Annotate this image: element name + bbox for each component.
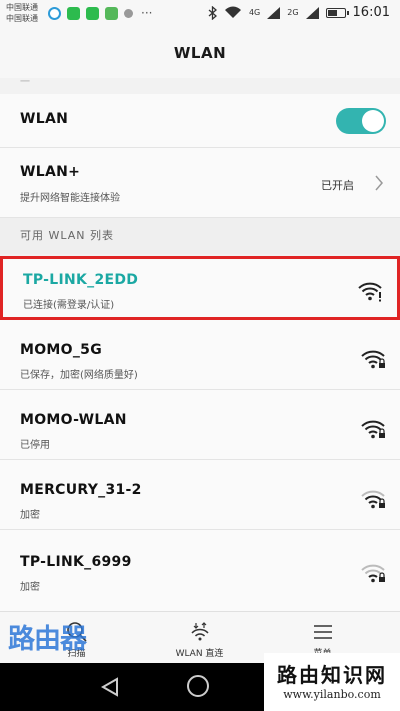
network-item[interactable]: TP-LINK_6999 加密 xyxy=(0,530,400,611)
notification-icons: ··· xyxy=(48,6,152,20)
network-ssid: TP-LINK_6999 xyxy=(20,554,132,570)
wifi-locked-icon xyxy=(361,420,385,439)
signal-1-icon xyxy=(267,6,281,19)
toggle-knob xyxy=(362,110,384,132)
wlan-plus-row[interactable]: WLAN+ 提升网络智能连接体验 已开启 xyxy=(0,148,400,218)
chevron-right-icon xyxy=(375,175,383,191)
wlan-plus-subtitle: 提升网络智能连接体验 xyxy=(20,193,120,204)
network-status: 已连接(需登录/认证) xyxy=(23,300,115,311)
scrolled-label-fragment: 一 xyxy=(20,78,30,88)
signal-2-icon xyxy=(305,6,319,19)
watermark-site-title: 路由知识网 xyxy=(277,663,387,687)
wlan-plus-title: WLAN+ xyxy=(20,164,81,180)
network-status: 加密 xyxy=(20,510,40,521)
more-notifications-icon: ··· xyxy=(141,6,153,20)
bluetooth-icon xyxy=(208,5,217,20)
network-2-label: 2G xyxy=(287,8,299,17)
page-title: WLAN xyxy=(0,28,400,78)
network-status: 加密 xyxy=(20,582,40,593)
wlan-direct-label: WLAN 直连 xyxy=(175,649,224,659)
network-item[interactable]: MOMO_5G 已保存，加密(网络质量好) xyxy=(0,320,400,390)
watermark-site: 路由知识网 www.yilanbo.com xyxy=(264,653,400,711)
status-right: 4G 2G 16:01 xyxy=(208,5,390,20)
wlan-plus-state: 已开启 xyxy=(321,179,354,192)
carrier-2: 中国联通 xyxy=(6,14,38,23)
network-ssid: MERCURY_31-2 xyxy=(20,482,142,498)
network-ssid: MOMO_5G xyxy=(20,342,102,358)
wifi-locked-icon xyxy=(361,564,385,583)
wifi-warning-icon xyxy=(358,282,382,302)
watermark-logo: 路由器 xyxy=(8,624,87,655)
network-ssid: TP-LINK_2EDD xyxy=(23,272,139,288)
browser-icon xyxy=(48,6,61,20)
status-bar: 中国联通 中国联通 ··· 4G 2G 16:01 xyxy=(0,0,400,28)
wechat-icon xyxy=(86,6,99,20)
scrolled-content-edge: 一 xyxy=(0,78,400,94)
wifi-locked-icon xyxy=(361,350,385,369)
network-status: 已停用 xyxy=(20,440,50,451)
menu-icon xyxy=(313,625,332,639)
home-icon[interactable] xyxy=(187,675,209,697)
network-ssid: MOMO-WLAN xyxy=(20,412,127,428)
network-item[interactable]: MOMO-WLAN 已停用 xyxy=(0,390,400,460)
network-item[interactable]: MERCURY_31-2 加密 xyxy=(0,460,400,530)
carrier-labels: 中国联通 中国联通 xyxy=(6,2,38,24)
wlan-direct-button[interactable]: WLAN 直连 xyxy=(133,612,266,664)
wlan-toggle-switch[interactable] xyxy=(336,108,386,134)
nfc-icon xyxy=(124,8,133,18)
available-networks-header: 可用 WLAN 列表 xyxy=(0,218,400,254)
back-icon[interactable] xyxy=(100,677,120,697)
gallery-icon xyxy=(105,6,118,20)
wifi-status-icon xyxy=(224,6,241,18)
network-item-connected[interactable]: TP-LINK_2EDD 已连接(需登录/认证) xyxy=(0,256,400,320)
wlan-toggle-row[interactable]: WLAN xyxy=(0,94,400,148)
network-status: 已保存，加密(网络质量好) xyxy=(20,370,138,381)
network-1-label: 4G xyxy=(248,8,261,17)
clock: 16:01 xyxy=(352,5,390,20)
wlan-toggle-label: WLAN xyxy=(20,111,69,127)
battery-level xyxy=(327,9,337,16)
battery-icon xyxy=(325,7,349,18)
wechat-icon xyxy=(67,6,80,20)
carrier-1: 中国联通 xyxy=(6,3,38,12)
wifi-locked-icon xyxy=(361,490,385,509)
wlan-direct-icon xyxy=(190,622,209,641)
watermark-site-url: www.yilanbo.com xyxy=(283,688,381,701)
